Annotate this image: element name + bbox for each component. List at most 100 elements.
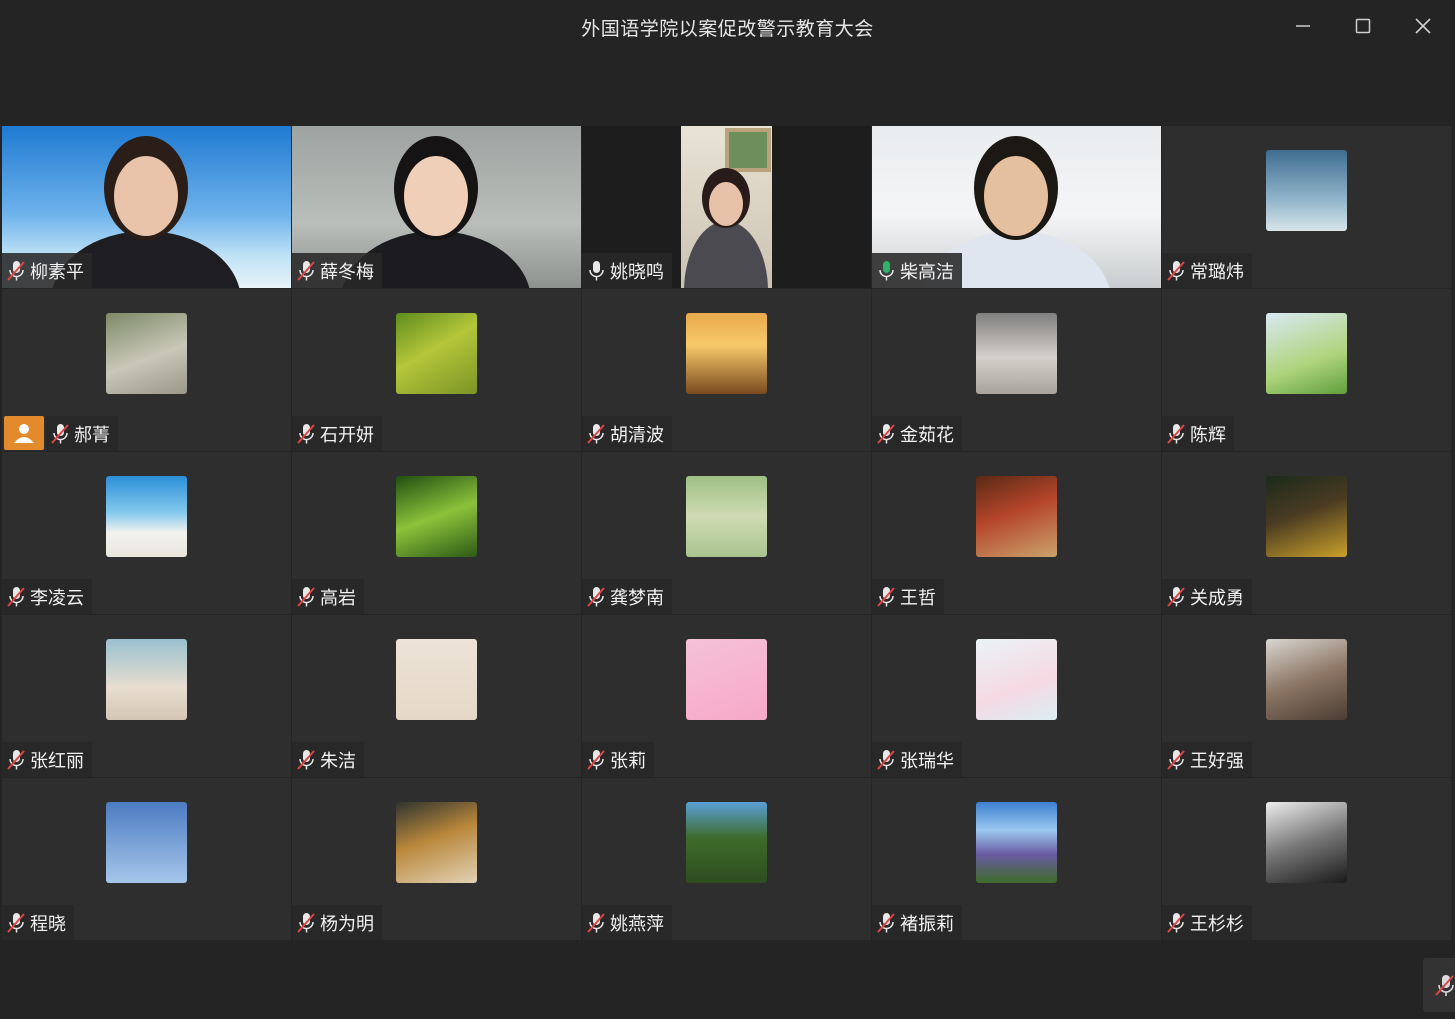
participant-name-bar: 郝菁 [46, 416, 118, 451]
participant-tile[interactable]: 石开妍 [292, 289, 581, 451]
maximize-icon [1355, 18, 1371, 34]
microphone-muted-icon [1435, 975, 1454, 996]
participant-name: 郝菁 [74, 424, 110, 446]
participant-name-bar: 姚晓鸣 [582, 253, 672, 288]
participant-tile[interactable]: 姚晓鸣 [582, 126, 871, 288]
participant-name-bar: 柴高洁 [872, 253, 962, 288]
title-bar: 外国语学院以案促改警示教育大会 [0, 0, 1455, 56]
participant-avatar [686, 313, 767, 394]
participant-name: 柳素平 [30, 261, 84, 283]
participant-video-frame [684, 128, 771, 288]
participant-avatar [686, 639, 767, 720]
participant-avatar [1266, 150, 1347, 231]
participant-name-bar: 关成勇 [1162, 579, 1252, 614]
participant-tile[interactable]: 郝菁 [2, 289, 291, 451]
microphone-muted-icon [297, 423, 315, 444]
participant-name: 金茹花 [900, 424, 954, 446]
self-mic-toggle[interactable] [1423, 958, 1455, 1012]
participant-tile[interactable]: 张红丽 [2, 615, 291, 777]
participant-avatar [106, 313, 187, 394]
participant-avatar [1266, 802, 1347, 883]
user-icon [14, 424, 34, 443]
participant-tile[interactable]: 王好强 [1162, 615, 1451, 777]
participant-name: 常璐炜 [1190, 261, 1244, 283]
participant-name-bar: 张莉 [582, 742, 654, 777]
participant-name-bar: 李凌云 [2, 579, 92, 614]
participant-name-bar: 王哲 [872, 579, 944, 614]
participant-name: 关成勇 [1190, 587, 1244, 609]
participant-avatar [976, 802, 1057, 883]
microphone-muted-icon [7, 260, 25, 281]
participant-tile[interactable]: 高岩 [292, 452, 581, 614]
participant-name: 李凌云 [30, 587, 84, 609]
participant-name-bar: 杨为明 [292, 905, 382, 940]
participant-tile[interactable]: 朱洁 [292, 615, 581, 777]
participant-tile[interactable]: 陈辉 [1162, 289, 1451, 451]
participant-tile[interactable]: 褚振莉 [872, 778, 1161, 940]
participant-name-bar: 张瑞华 [872, 742, 962, 777]
microphone-muted-icon [1167, 423, 1185, 444]
participant-tile[interactable]: 张瑞华 [872, 615, 1161, 777]
participant-tile[interactable]: 胡清波 [582, 289, 871, 451]
participant-avatar [396, 639, 477, 720]
participant-name: 杨为明 [320, 913, 374, 935]
participant-tile[interactable]: 张莉 [582, 615, 871, 777]
microphone-muted-icon [587, 749, 605, 770]
participant-video [681, 126, 772, 288]
participant-name: 姚燕萍 [610, 913, 664, 935]
participant-name: 柴高洁 [900, 261, 954, 283]
microphone-muted-icon [297, 749, 315, 770]
close-button[interactable] [1403, 8, 1443, 44]
participant-avatar [686, 802, 767, 883]
participant-name-bar: 褚振莉 [872, 905, 962, 940]
participant-name-bar: 朱洁 [292, 742, 364, 777]
minimize-button[interactable] [1283, 8, 1323, 44]
microphone-muted-icon [877, 586, 895, 607]
microphone-muted-icon [7, 586, 25, 607]
participant-name-bar: 石开妍 [292, 416, 382, 451]
participant-name: 张瑞华 [900, 750, 954, 772]
close-icon [1415, 18, 1431, 34]
microphone-muted-icon [587, 586, 605, 607]
participant-name: 褚振莉 [900, 913, 954, 935]
participant-name-bar: 王好强 [1162, 742, 1252, 777]
participant-avatar [396, 313, 477, 394]
maximize-button[interactable] [1343, 8, 1383, 44]
participant-tile[interactable]: 杨为明 [292, 778, 581, 940]
participant-tile[interactable]: 王哲 [872, 452, 1161, 614]
participant-avatar [1266, 313, 1347, 394]
participant-tile[interactable]: 王杉杉 [1162, 778, 1451, 940]
participant-name-bar: 龚梦南 [582, 579, 672, 614]
microphone-muted-icon [297, 260, 315, 281]
participant-avatar [106, 476, 187, 557]
participant-tile[interactable]: 金茹花 [872, 289, 1161, 451]
participant-name-bar: 常璐炜 [1162, 253, 1252, 288]
microphone-muted-icon [51, 423, 69, 444]
participant-tile[interactable]: 关成勇 [1162, 452, 1451, 614]
participant-name-bar: 程晓 [2, 905, 74, 940]
participant-tile[interactable]: 程晓 [2, 778, 291, 940]
participant-tile[interactable]: 李凌云 [2, 452, 291, 614]
microphone-muted-icon [1167, 260, 1185, 281]
participant-name-bar: 胡清波 [582, 416, 672, 451]
participant-name-bar: 高岩 [292, 579, 364, 614]
participant-tile[interactable]: 常璐炜 [1162, 126, 1451, 288]
participant-avatar [106, 639, 187, 720]
participant-avatar [1266, 639, 1347, 720]
participant-name: 程晓 [30, 913, 66, 935]
participant-tile[interactable]: 薛冬梅 [292, 126, 581, 288]
participant-name-bar: 薛冬梅 [292, 253, 382, 288]
participant-name: 姚晓鸣 [610, 261, 664, 283]
participant-tile[interactable]: 柳素平 [2, 126, 291, 288]
meeting-window: 外国语学院以案促改警示教育大会 柳素平 薛冬梅 姚晓鸣 柴高洁 常璐炜郝菁 石开妍 胡清波 金… [0, 0, 1455, 1019]
participant-tile[interactable]: 柴高洁 [872, 126, 1161, 288]
microphone-muted-icon [1167, 586, 1185, 607]
participant-name: 张红丽 [30, 750, 84, 772]
participant-tile[interactable]: 姚燕萍 [582, 778, 871, 940]
participant-avatar [396, 802, 477, 883]
participant-name: 王哲 [900, 587, 936, 609]
participant-name: 王好强 [1190, 750, 1244, 772]
participant-name-bar: 张红丽 [2, 742, 92, 777]
participant-tile[interactable]: 龚梦南 [582, 452, 871, 614]
participant-name: 王杉杉 [1190, 913, 1244, 935]
